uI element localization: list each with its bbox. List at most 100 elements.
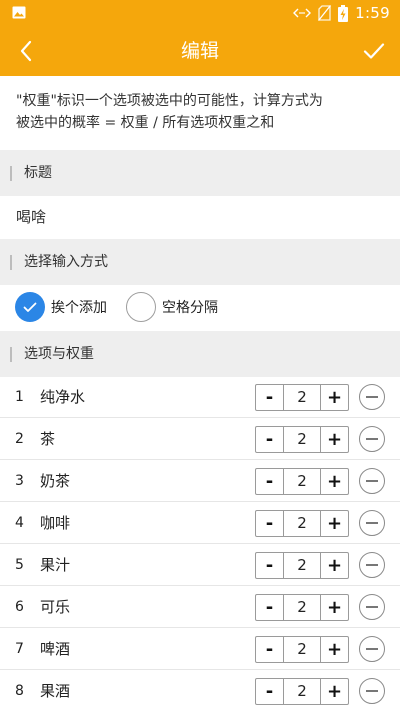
check-icon	[363, 43, 385, 59]
minus-circle-icon	[366, 438, 378, 440]
item-index: 1	[15, 389, 24, 405]
weight-value[interactable]: 2	[283, 385, 321, 410]
item-name[interactable]: 纯净水	[40, 376, 85, 418]
weight-stepper: - 2 +	[255, 426, 349, 453]
section-marker	[10, 255, 12, 270]
minus-circle-icon	[366, 606, 378, 608]
description-line-2: 被选中的概率 = 权重 / 所有选项权重之和	[16, 115, 275, 131]
item-name[interactable]: 可乐	[40, 586, 70, 628]
increment-button[interactable]: +	[321, 385, 348, 410]
minus-circle-icon	[366, 522, 378, 524]
data-arrows-icon	[293, 8, 312, 18]
list-item: 2 茶 - 2 +	[0, 418, 400, 460]
item-index: 4	[15, 515, 24, 531]
input-method-radio-group: 挨个添加 空格分隔	[0, 284, 400, 330]
item-index: 2	[15, 431, 24, 447]
weight-stepper: - 2 +	[255, 636, 349, 663]
decrement-button[interactable]: -	[256, 427, 283, 452]
item-index: 5	[15, 557, 24, 573]
decrement-button[interactable]: -	[256, 553, 283, 578]
increment-button[interactable]: +	[321, 679, 348, 704]
increment-button[interactable]: +	[321, 511, 348, 536]
section-marker	[10, 166, 12, 181]
item-name[interactable]: 果汁	[40, 544, 70, 586]
radio-label: 空格分隔	[162, 300, 218, 316]
weight-stepper: - 2 +	[255, 468, 349, 495]
minus-circle-icon	[366, 396, 378, 398]
minus-circle-icon	[366, 690, 378, 692]
item-name[interactable]: 奶茶	[40, 460, 70, 502]
battery-charging-icon	[338, 4, 349, 22]
status-time: 1:59	[355, 4, 390, 22]
title-field[interactable]: 喝啥	[16, 196, 46, 238]
item-index: 8	[15, 683, 24, 699]
weight-value[interactable]: 2	[283, 553, 321, 578]
remove-item-button[interactable]	[359, 552, 385, 578]
decrement-button[interactable]: -	[256, 511, 283, 536]
confirm-button[interactable]	[354, 26, 394, 76]
item-name[interactable]: 咖啡	[40, 502, 70, 544]
image-icon	[12, 6, 26, 19]
weight-stepper: - 2 +	[255, 384, 349, 411]
list-item: 8 果酒 - 2 +	[0, 670, 400, 711]
remove-item-button[interactable]	[359, 468, 385, 494]
weight-value[interactable]: 2	[283, 595, 321, 620]
radio-checked-icon	[15, 292, 45, 322]
section-label: 选择输入方式	[24, 254, 108, 270]
list-item: 7 啤酒 - 2 +	[0, 628, 400, 670]
minus-circle-icon	[366, 564, 378, 566]
weight-stepper: - 2 +	[255, 552, 349, 579]
weight-stepper: - 2 +	[255, 678, 349, 705]
list-item: 5 果汁 - 2 +	[0, 544, 400, 586]
description-line-1: "权重"标识一个选项被选中的可能性，计算方式为	[16, 93, 323, 109]
radio-add-one-by-one[interactable]: 挨个添加	[15, 291, 107, 323]
page-title: 编辑	[180, 40, 219, 62]
section-label: 标题	[24, 165, 52, 181]
minus-circle-icon	[366, 480, 378, 482]
decrement-button[interactable]: -	[256, 679, 283, 704]
weight-value[interactable]: 2	[283, 679, 321, 704]
list-item: 1 纯净水 - 2 +	[0, 376, 400, 418]
remove-item-button[interactable]	[359, 510, 385, 536]
remove-item-button[interactable]	[359, 426, 385, 452]
weight-value[interactable]: 2	[283, 469, 321, 494]
title-section-header: 标题	[0, 150, 400, 196]
input-method-section-header: 选择输入方式	[0, 239, 400, 285]
item-index: 3	[15, 473, 24, 489]
section-marker	[10, 347, 12, 362]
decrement-button[interactable]: -	[256, 469, 283, 494]
decrement-button[interactable]: -	[256, 385, 283, 410]
weight-stepper: - 2 +	[255, 594, 349, 621]
item-index: 7	[15, 641, 24, 657]
increment-button[interactable]: +	[321, 469, 348, 494]
radio-label: 挨个添加	[51, 300, 107, 316]
weight-value[interactable]: 2	[283, 637, 321, 662]
remove-item-button[interactable]	[359, 594, 385, 620]
item-name[interactable]: 茶	[40, 418, 55, 460]
weight-stepper: - 2 +	[255, 510, 349, 537]
remove-item-button[interactable]	[359, 636, 385, 662]
radio-space-separated[interactable]: 空格分隔	[126, 291, 218, 323]
weight-value[interactable]: 2	[283, 427, 321, 452]
radio-unchecked-icon	[126, 292, 156, 322]
increment-button[interactable]: +	[321, 637, 348, 662]
item-name[interactable]: 啤酒	[40, 628, 70, 670]
options-section-header: 选项与权重	[0, 331, 400, 377]
list-item: 4 咖啡 - 2 +	[0, 502, 400, 544]
decrement-button[interactable]: -	[256, 637, 283, 662]
weight-description: "权重"标识一个选项被选中的可能性，计算方式为 被选中的概率 = 权重 / 所有…	[16, 90, 386, 134]
list-item: 3 奶茶 - 2 +	[0, 460, 400, 502]
remove-item-button[interactable]	[359, 384, 385, 410]
increment-button[interactable]: +	[321, 553, 348, 578]
decrement-button[interactable]: -	[256, 595, 283, 620]
item-name[interactable]: 果酒	[40, 670, 70, 711]
remove-item-button[interactable]	[359, 678, 385, 704]
increment-button[interactable]: +	[321, 427, 348, 452]
app-bar: 编辑	[0, 26, 400, 76]
section-label: 选项与权重	[24, 346, 94, 362]
minus-circle-icon	[366, 648, 378, 650]
weight-value[interactable]: 2	[283, 511, 321, 536]
check-icon	[23, 302, 37, 312]
increment-button[interactable]: +	[321, 595, 348, 620]
no-sim-icon	[318, 5, 332, 21]
